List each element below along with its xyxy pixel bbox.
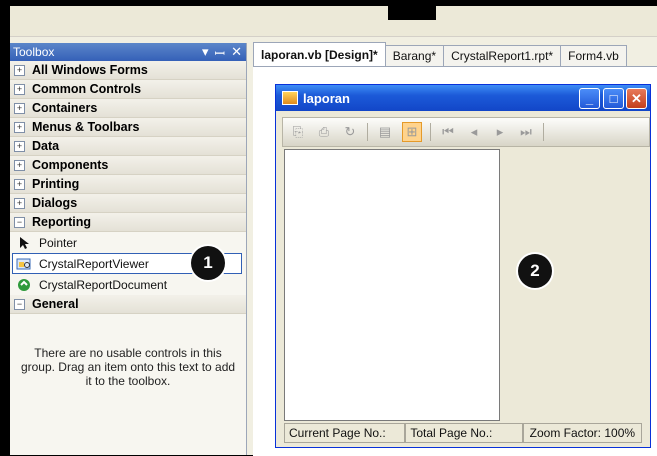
group-dialogs[interactable]: + Dialogs: [10, 194, 246, 213]
group-menus-toolbars[interactable]: + Menus & Toolbars: [10, 118, 246, 137]
expand-icon[interactable]: +: [14, 83, 25, 95]
group-all-windows-forms[interactable]: + All Windows Forms: [10, 61, 246, 80]
previous-page-icon[interactable]: ◂: [465, 123, 483, 141]
group-components[interactable]: + Components: [10, 156, 246, 175]
expand-icon[interactable]: +: [14, 178, 25, 190]
callout-badge-1: 1: [191, 246, 225, 280]
toolbox-title-bar: Toolbox ▾ ꟷ ✕: [10, 43, 246, 61]
status-zoom-factor: Zoom Factor: 100%: [522, 423, 642, 443]
status-total-page: Total Page No.:: [405, 423, 523, 443]
next-page-icon[interactable]: ▸: [491, 123, 509, 141]
form-title-bar: laporan _ □ ✕: [276, 85, 650, 111]
dropdown-arrow-icon[interactable]: ▾: [202, 44, 209, 62]
expand-icon[interactable]: +: [14, 140, 25, 152]
toolbox-title: Toolbox: [13, 45, 55, 59]
export-icon[interactable]: ⎘: [289, 123, 307, 141]
refresh-icon[interactable]: ↻: [341, 123, 359, 141]
report-document-icon: [16, 278, 32, 292]
print-icon[interactable]: ⎙: [315, 123, 333, 141]
page-icon[interactable]: ▤: [376, 123, 394, 141]
toolbar-separator: [367, 123, 368, 141]
tab-laporan-design[interactable]: laporan.vb [Design]*: [253, 42, 386, 66]
form-icon: [282, 91, 298, 105]
close-icon[interactable]: ✕: [231, 44, 242, 62]
decorative-notch: [388, 6, 436, 20]
callout-badge-2: 2: [518, 254, 552, 288]
tab-form4[interactable]: Form4.vb: [560, 45, 627, 66]
minimize-icon[interactable]: _: [579, 88, 600, 109]
last-page-icon[interactable]: ⏭: [517, 123, 535, 141]
expand-icon[interactable]: +: [14, 102, 25, 114]
toolbar-separator: [543, 123, 544, 141]
form-title: laporan: [303, 90, 350, 106]
ide-window: Toolbox ▾ ꟷ ✕ + All Windows Forms + Common…: [10, 6, 657, 456]
pointer-icon: [16, 236, 32, 250]
tab-crystalreport1[interactable]: CrystalReport1.rpt*: [443, 45, 562, 66]
group-containers[interactable]: + Containers: [10, 99, 246, 118]
ide-toolbar-strip: [10, 6, 657, 37]
status-current-page: Current Page No.:: [284, 423, 406, 443]
group-reporting[interactable]: − Reporting: [10, 213, 246, 232]
report-viewer-icon: [16, 257, 32, 271]
close-icon[interactable]: ✕: [626, 88, 647, 109]
group-printing[interactable]: + Printing: [10, 175, 246, 194]
document-tabs: laporan.vb [Design]* Barang* CrystalRepo…: [253, 42, 627, 66]
group-common-controls[interactable]: + Common Controls: [10, 80, 246, 99]
group-data[interactable]: + Data: [10, 137, 246, 156]
tab-barang[interactable]: Barang*: [384, 45, 445, 66]
collapse-icon[interactable]: −: [14, 216, 25, 228]
crystal-viewer-toolbar: ⎘ ⎙ ↻ ▤ ⊞ ⏮ ◂ ▸ ⏭: [282, 117, 650, 147]
group-tree-icon[interactable]: ⊞: [402, 122, 422, 142]
form-laporan[interactable]: laporan _ □ ✕ ⎘ ⎙ ↻ ▤ ⊞ ⏮ ◂ ▸ ⏭ Current …: [275, 84, 651, 448]
expand-icon[interactable]: +: [14, 121, 25, 133]
collapse-icon[interactable]: −: [14, 298, 25, 310]
expand-icon[interactable]: +: [14, 197, 25, 209]
viewer-status-bar: Current Page No.: Total Page No.: Zoom F…: [284, 423, 642, 443]
general-empty-message: There are no usable controls in this gro…: [20, 346, 236, 388]
group-general[interactable]: − General: [10, 295, 246, 314]
expand-icon[interactable]: +: [14, 159, 25, 171]
first-page-icon[interactable]: ⏮: [439, 123, 457, 141]
group-tree-pane[interactable]: [284, 149, 500, 421]
maximize-icon[interactable]: □: [603, 88, 624, 109]
pin-icon[interactable]: ꟷ: [215, 44, 226, 62]
toolbar-separator: [430, 123, 431, 141]
expand-icon[interactable]: +: [14, 64, 25, 76]
